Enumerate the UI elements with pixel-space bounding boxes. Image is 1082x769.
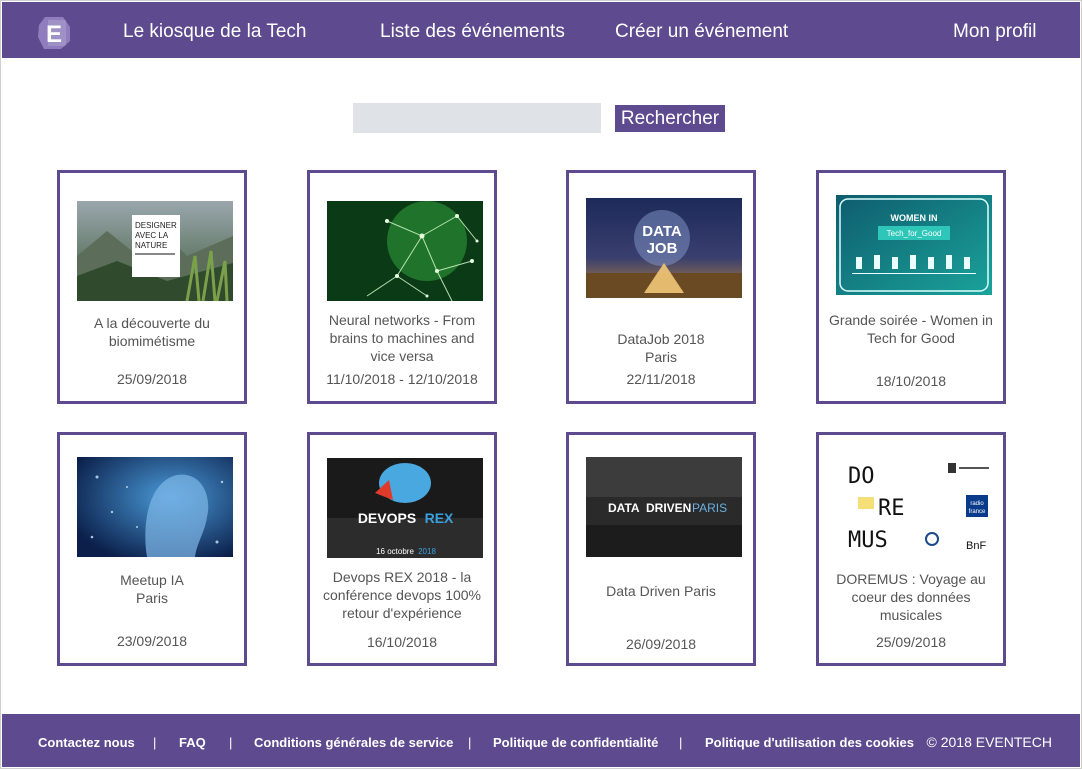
svg-text:MUS: MUS [848,528,888,553]
nav-create-event[interactable]: Créer un événement [615,21,788,43]
event-date: 18/10/2018 [875,373,947,389]
event-title: DOREMUS : Voyage au coeur des données mu… [836,571,986,623]
svg-text:JOB: JOB [647,240,678,257]
event-card-devops-rex[interactable]: DEVOPS REX 16 octobre 2018 Devops REX 20… [307,432,497,666]
svg-text:france: france [969,509,986,515]
footer-link-contact[interactable]: Contactez nous [38,735,135,750]
footer-separator: | [153,735,157,750]
nav-home-brand[interactable]: Le kiosque de la Tech [123,21,306,43]
event-title: Devops REX 2018 - la conférence devops 1… [323,569,481,621]
search-button[interactable]: Rechercher [615,105,725,132]
svg-text:PARIS: PARIS [692,501,727,515]
event-image: DO RE MUS radio france BnF [836,455,992,555]
event-card-meetup-ia[interactable]: Meetup IA Paris 23/09/2018 [57,432,247,666]
event-title: A la découverte du biomimétisme [94,315,210,349]
footer-separator: | [468,735,472,750]
event-date: 22/11/2018 [626,371,696,387]
event-date: 11/10/2018 - 12/10/2018 [326,371,478,387]
footer: Contactez nous | FAQ | Conditions généra… [2,714,1080,767]
svg-text:WOMEN IN: WOMEN IN [891,213,938,223]
event-date: 23/09/2018 [116,633,188,649]
svg-text:DEVOPS: DEVOPS [358,510,416,526]
event-card-data-driven-paris[interactable]: DATA DRIVEN PARIS Data Driven Paris 26/0… [566,432,756,666]
svg-text:DATA: DATA [608,501,640,515]
search-input[interactable] [353,103,601,133]
event-image [327,201,483,301]
svg-text:RE: RE [878,496,905,521]
event-date: 26/09/2018 [625,636,697,652]
svg-text:DO: DO [848,464,875,489]
svg-text:DRIVEN: DRIVEN [646,501,691,515]
footer-link-faq[interactable]: FAQ [179,735,206,750]
svg-text:2018: 2018 [418,547,436,556]
event-card-women-in-tech[interactable]: WOMEN IN Tech_for_Good Grande soirée - W… [816,170,1006,404]
footer-link-cookies[interactable]: Politique d'utilisation des cookies [705,735,914,750]
event-card-biomimetisme[interactable]: DESIGNER AVEC LA NATURE A la découverte … [57,170,247,404]
copyright-text: © 2018 EVENTECH [926,734,1052,750]
event-image [77,457,233,557]
event-title: Data Driven Paris [606,583,716,599]
event-title: Meetup IA [120,572,184,588]
svg-text:Tech_for_Good: Tech_for_Good [887,229,942,238]
event-title: Grande soirée - Women in Tech for Good [829,312,993,346]
event-card-datajob[interactable]: DATA JOB DataJob 2018 Paris 22/11/2018 [566,170,756,404]
event-city: Paris [136,590,168,606]
svg-text:BnF: BnF [966,540,986,552]
event-title: Neural networks - From brains to machine… [328,312,476,364]
svg-text:radio: radio [970,501,984,507]
event-image: DESIGNER AVEC LA NATURE [77,201,233,301]
top-navbar: E Le kiosque de la Tech Liste des événem… [2,2,1080,58]
svg-text:E: E [46,21,62,48]
footer-separator: | [229,735,233,750]
event-city: Paris [645,349,677,365]
event-card-doremus[interactable]: DO RE MUS radio france BnF DOREMUS : Voy… [816,432,1006,666]
event-image: DATA DRIVEN PARIS [586,457,742,557]
event-image: WOMEN IN Tech_for_Good [836,195,992,295]
footer-link-privacy[interactable]: Politique de confidentialité [493,735,658,750]
svg-text:16 octobre: 16 octobre [376,547,414,556]
svg-text:NATURE: NATURE [135,241,167,250]
footer-separator: | [679,735,683,750]
svg-text:AVEC LA: AVEC LA [135,231,169,240]
svg-text:DESIGNER: DESIGNER [135,221,177,230]
event-image: DATA JOB [586,198,742,298]
svg-text:DATA: DATA [642,223,682,240]
eventech-logo[interactable]: E [36,15,72,51]
event-card-neural-networks[interactable]: Neural networks - From brains to machine… [307,170,497,404]
event-date: 25/09/2018 [116,371,188,387]
event-date: 16/10/2018 [366,634,438,650]
event-date: 25/09/2018 [875,634,947,650]
svg-text:REX: REX [425,510,454,526]
event-image: DEVOPS REX 16 octobre 2018 [327,458,483,558]
footer-link-terms[interactable]: Conditions générales de service [254,735,453,750]
event-title: DataJob 2018 [617,331,705,347]
nav-my-profile[interactable]: Mon profil [953,21,1036,43]
nav-event-list[interactable]: Liste des événements [380,21,565,43]
